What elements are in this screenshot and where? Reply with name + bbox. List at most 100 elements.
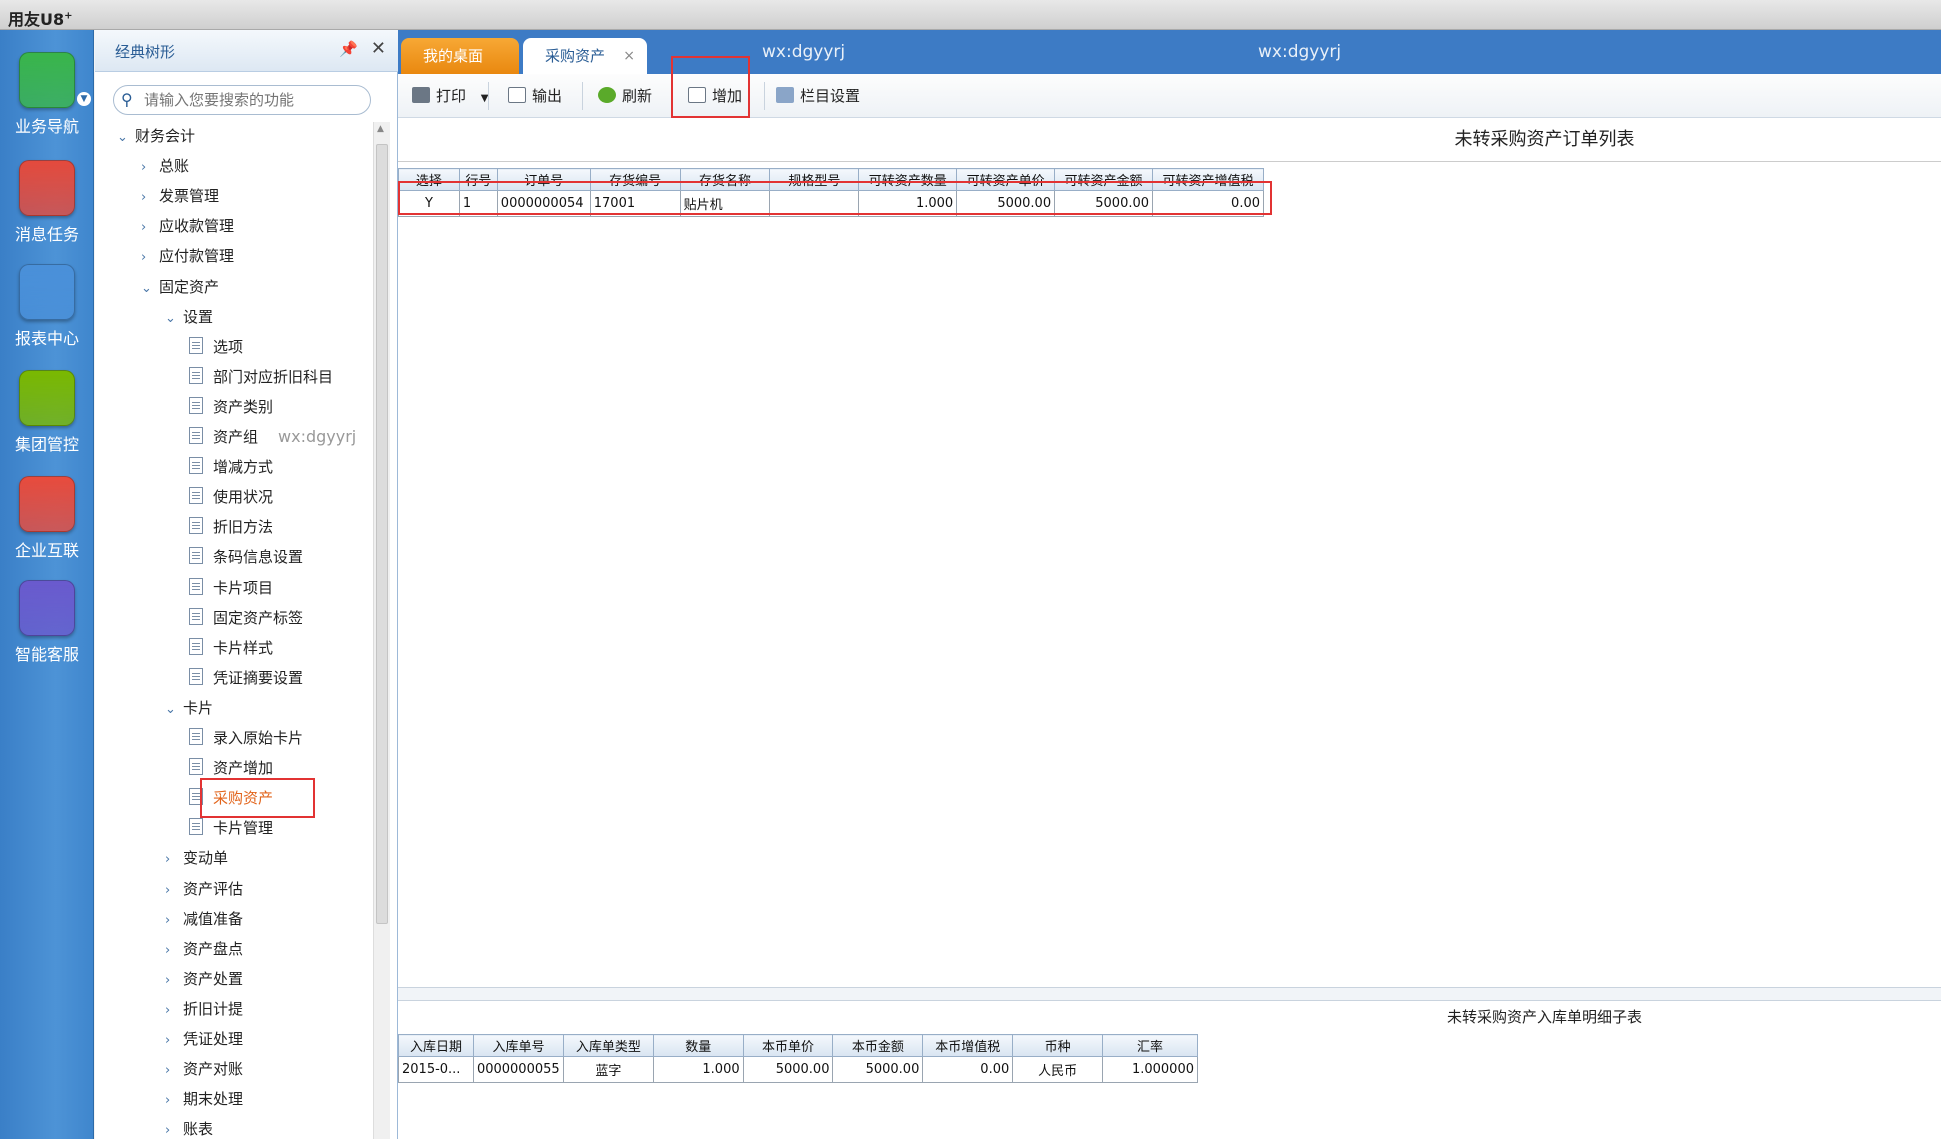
tree-item-label: 资产组 [213,428,259,446]
rail-item-4[interactable]: 企业互联 [0,476,94,561]
tree-item[interactable]: 增减方式 [189,453,273,481]
tree-item-label: 应收款管理 [159,217,235,236]
tree-item[interactable]: › 变动单 [165,844,228,872]
tree-item[interactable]: ⌄ 固定资产 [141,273,219,301]
column-header[interactable]: 入库单类型 [562,1034,654,1057]
tree-item-label: 使用状况 [213,488,274,507]
tree-item[interactable]: 条码信息设置 [189,543,303,571]
tree-item[interactable]: 卡片项目 [189,574,273,602]
chevron-right-icon[interactable]: › [141,244,159,272]
document-icon [189,667,203,685]
chevron-right-icon[interactable]: › [165,1057,183,1085]
tree-item[interactable]: ⌄ 设置 [165,303,213,331]
tree-item-label: 条码信息设置 [213,548,304,567]
table-cell[interactable]: 1.000 [652,1056,744,1083]
close-icon[interactable]: ✕ [371,38,386,59]
table-row[interactable]: 2015-0... 0000000055 蓝字 1.000 5000.00 5000.00… [398,1056,1198,1083]
tree-item-label: 凭证处理 [183,1030,244,1048]
tree-item[interactable]: › 资产对账 [165,1055,243,1083]
tree-item[interactable]: 卡片管理 [189,814,273,842]
table-cell[interactable]: 5000.00 [742,1056,834,1083]
scroll-up-icon[interactable]: ▲ [377,124,384,134]
table-cell[interactable]: 蓝字 [562,1056,654,1083]
chevron-down-icon[interactable]: ⌄ [141,275,159,303]
chevron-down-icon[interactable]: ⌄ [117,124,135,152]
rail-item-1[interactable]: 消息任务 [0,160,94,245]
pin-icon[interactable]: 📌 [339,40,358,58]
tree-item[interactable]: ⌄ 财务会计 [117,122,195,150]
table-cell[interactable]: 0.00 [922,1056,1014,1083]
table-cell[interactable]: 1.000000 [1102,1056,1198,1083]
chevron-down-icon[interactable]: ⌄ [165,305,183,333]
tree-item[interactable]: › 发票管理 [141,182,219,210]
tab-purchase-asset[interactable]: 采购资产 × [523,38,647,74]
chevron-right-icon[interactable]: › [141,154,159,182]
chevron-right-icon[interactable]: › [165,877,183,905]
tree-item[interactable]: › 总账 [141,152,189,180]
column-header[interactable]: 数量 [652,1034,744,1057]
rail-item-3[interactable]: 集团管控 [0,370,94,455]
chevron-right-icon[interactable]: › [165,967,183,995]
table-cell[interactable]: 2015-0... [398,1056,474,1083]
tree-scrollbar[interactable]: ▲ [373,122,390,1139]
tree-item[interactable]: ⌄ 卡片 [165,694,213,722]
tree-item[interactable]: 部门对应折旧科目 [189,363,333,391]
chevron-down-icon[interactable]: ▼ [77,92,91,106]
tree-item[interactable]: 资产组 wx:dgyyrj [189,423,356,451]
chevron-right-icon[interactable]: › [165,997,183,1025]
tree-item[interactable]: 录入原始卡片 [189,724,303,752]
refresh-button[interactable]: 刷新 [598,83,652,109]
tab-close-icon[interactable]: × [623,38,635,74]
tree-item[interactable]: › 凭证处理 [165,1025,243,1053]
rail-item-5[interactable]: 智能客服 [0,580,94,665]
tree-item[interactable]: › 应付款管理 [141,242,234,270]
tree-item[interactable]: 资产类别 [189,393,273,421]
chevron-right-icon[interactable]: › [165,937,183,965]
document-icon [189,547,203,565]
tab-home[interactable]: 我的桌面 [401,38,519,74]
column-header[interactable]: 本币单价 [742,1034,834,1057]
tree-item[interactable]: 凭证摘要设置 [189,664,303,692]
document-icon [189,366,203,384]
rail-item-2[interactable]: 报表中心 [0,264,94,349]
tree-item[interactable]: › 资产处置 [165,965,243,993]
column-header[interactable]: 入库日期 [398,1034,474,1057]
tree-item[interactable]: 选项 [189,333,243,361]
column-header[interactable]: 入库单号 [472,1034,564,1057]
column-header[interactable]: 本币增值税 [922,1034,1014,1057]
tree-item[interactable]: › 账表 [165,1115,213,1139]
chevron-right-icon[interactable]: › [165,1087,183,1115]
tree-item[interactable]: 折旧方法 [189,513,273,541]
rail-item-0[interactable]: 业务导航 ▼ [0,52,94,137]
tree-item[interactable]: › 应收款管理 [141,212,234,240]
tree-item[interactable]: › 资产评估 [165,875,243,903]
column-header[interactable]: 币种 [1012,1034,1104,1057]
chevron-right-icon[interactable]: › [141,184,159,212]
tree-item[interactable]: › 减值准备 [165,905,243,933]
document-icon [189,396,203,414]
search-input[interactable] [144,90,362,110]
tree-item[interactable]: › 折旧计提 [165,995,243,1023]
table-cell[interactable]: 5000.00 [832,1056,924,1083]
chevron-right-icon[interactable]: › [141,214,159,242]
tree-item[interactable]: 卡片样式 [189,634,273,662]
column-header[interactable]: 汇率 [1102,1034,1198,1057]
search-box[interactable]: ⚲ [113,85,371,115]
table-cell[interactable]: 0000000055 [472,1056,564,1083]
chevron-right-icon[interactable]: › [165,1117,183,1139]
tree-item[interactable]: 固定资产标签 [189,604,303,632]
export-button[interactable]: 输出 [508,83,562,109]
table-cell[interactable]: 人民币 [1012,1056,1104,1083]
print-button[interactable]: 打印 ▼ [412,83,489,109]
scroll-thumb[interactable] [376,144,388,924]
tree-item[interactable]: 使用状况 [189,483,273,511]
tree-item[interactable]: › 期末处理 [165,1085,243,1113]
column-settings-button[interactable]: 栏目设置 [776,83,860,109]
chevron-right-icon[interactable]: › [165,1027,183,1055]
splitter[interactable] [398,987,1941,1001]
tree-item[interactable]: › 资产盘点 [165,935,243,963]
chevron-down-icon[interactable]: ⌄ [165,696,183,724]
chevron-right-icon[interactable]: › [165,907,183,935]
column-header[interactable]: 本币金额 [832,1034,924,1057]
chevron-right-icon[interactable]: › [165,846,183,874]
